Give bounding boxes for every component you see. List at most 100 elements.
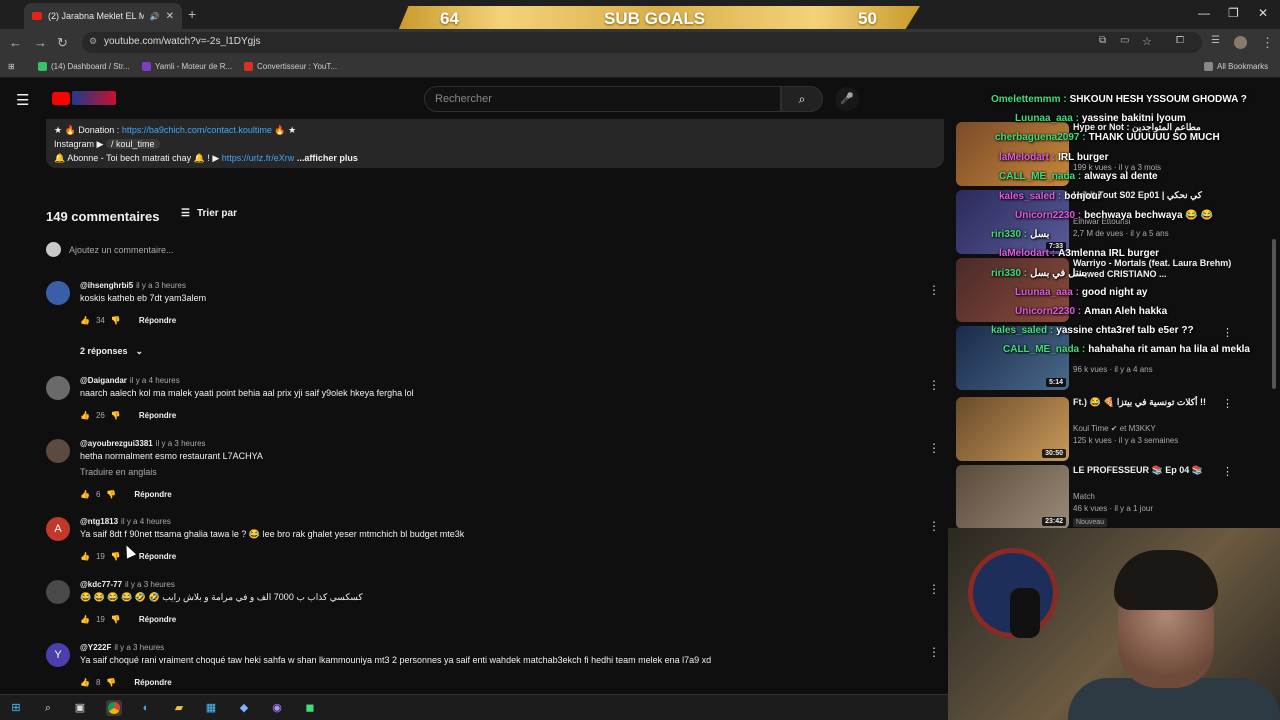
reply-button[interactable]: Répondre bbox=[139, 552, 176, 561]
speaker-icon[interactable]: 🔊 bbox=[150, 12, 160, 21]
search-icon[interactable]: ⌕ bbox=[781, 86, 823, 112]
reply-button[interactable]: Répondre bbox=[139, 615, 176, 624]
apps-grid-icon[interactable]: ⊞ bbox=[8, 62, 15, 71]
dislike-icon[interactable]: 👎 bbox=[111, 411, 121, 420]
reply-button[interactable]: Répondre bbox=[134, 490, 171, 499]
recommendation-item[interactable]: 30:50 Ft.) 😂 🍕 أكلات تونسية في بيتزا !! … bbox=[956, 397, 1276, 461]
show-more-button[interactable]: ...afficher plus bbox=[297, 153, 358, 163]
avatar[interactable]: Y bbox=[46, 643, 70, 667]
reply-button[interactable]: Répondre bbox=[139, 316, 176, 325]
add-comment-box[interactable]: Ajoutez un commentaire... bbox=[46, 242, 174, 257]
country-flag-icon bbox=[72, 91, 116, 105]
window-close-icon[interactable]: ✕ bbox=[1258, 6, 1268, 20]
instagram-chip[interactable]: / koul_time bbox=[105, 139, 160, 149]
youtube-logo-icon[interactable] bbox=[52, 92, 70, 105]
video-description: ★ 🔥 Donation : https://ba9chich.com/cont… bbox=[46, 119, 944, 168]
obs-icon[interactable]: ◉ bbox=[269, 700, 285, 716]
app-icon[interactable]: ◆ bbox=[236, 700, 252, 716]
comment-item: @ihsenghrbi5 il y a 3 heures koskis kathe… bbox=[46, 281, 946, 331]
extensions-icon[interactable]: ⧠ bbox=[1176, 35, 1184, 46]
dislike-icon[interactable]: 👎 bbox=[111, 316, 121, 325]
tab-close-icon[interactable]: ✕ bbox=[166, 11, 174, 22]
avatar[interactable]: A bbox=[46, 517, 70, 541]
video-thumbnail[interactable]: 23:42 bbox=[956, 465, 1069, 528]
task-view-icon[interactable]: ▣ bbox=[72, 700, 88, 716]
taskbar-search-icon[interactable]: ⌕ bbox=[40, 700, 56, 716]
video-thumbnail[interactable]: 30:50 bbox=[956, 397, 1069, 461]
bookmark-star-icon[interactable]: ☆ bbox=[1142, 35, 1152, 48]
like-icon[interactable]: 👍 bbox=[80, 411, 90, 420]
avatar[interactable] bbox=[46, 580, 70, 604]
more-options-icon[interactable]: ⋮ bbox=[928, 283, 940, 297]
dislike-icon[interactable]: 👎 bbox=[111, 552, 121, 561]
comment-author[interactable]: @ntg1813 bbox=[80, 517, 118, 526]
chat-message: riri330 : بسل في بسل bbox=[991, 268, 1088, 279]
search-input[interactable]: Rechercher bbox=[424, 86, 781, 112]
reading-list-icon[interactable]: ☰ bbox=[1211, 35, 1220, 46]
recommendation-item[interactable]: 23:42 LE PROFESSEUR 📚 Ep 04 📚 Match 46 k… bbox=[956, 465, 1276, 528]
comment-author[interactable]: @ihsenghrbi5 bbox=[80, 281, 133, 290]
new-tab-plus-icon[interactable]: + bbox=[188, 6, 196, 22]
file-explorer-icon[interactable]: ▰ bbox=[171, 700, 187, 716]
translate-link[interactable]: Traduire en anglais bbox=[80, 467, 157, 477]
like-icon[interactable]: 👍 bbox=[80, 490, 90, 499]
comment-author[interactable]: @kdc77-77 bbox=[80, 580, 122, 589]
like-icon[interactable]: 👍 bbox=[80, 552, 90, 561]
like-icon[interactable]: 👍 bbox=[80, 316, 90, 325]
comment-item: A @ntg1813 il y a 4 heures Ya saif 8dt f … bbox=[46, 517, 946, 567]
more-options-icon[interactable]: ⋮ bbox=[928, 441, 940, 455]
mic-icon[interactable]: 🎤 bbox=[835, 87, 859, 111]
subscribe-link[interactable]: https://urlz.fr/eXrw bbox=[222, 153, 295, 163]
avatar[interactable] bbox=[46, 439, 70, 463]
cast-icon[interactable]: ▭ bbox=[1120, 35, 1129, 46]
profile-avatar-icon[interactable] bbox=[1234, 36, 1247, 49]
comment-item: Y @Y222F il y a 3 heures Ya saif choqué r… bbox=[46, 643, 946, 693]
bookmark-item[interactable]: Yamli - Moteur de R... bbox=[142, 62, 232, 71]
reply-button[interactable]: Répondre bbox=[134, 678, 171, 687]
all-bookmarks[interactable]: All Bookmarks bbox=[1204, 62, 1268, 71]
channel-name[interactable]: Koul Time ✔ et M3KKY bbox=[1073, 424, 1156, 433]
minimize-icon[interactable]: — bbox=[1198, 6, 1210, 20]
hamburger-menu-icon[interactable]: ☰ bbox=[16, 91, 29, 109]
reply-button[interactable]: Répondre bbox=[139, 411, 176, 420]
chat-message: kales_saled : yassine chta3ref talb e5er … bbox=[991, 325, 1194, 336]
avatar[interactable] bbox=[46, 281, 70, 305]
bookmarks-bar: ⊞ (14) Dashboard / Str... Yamli - Moteur… bbox=[0, 56, 1280, 78]
bookmark-item[interactable]: (14) Dashboard / Str... bbox=[38, 62, 130, 71]
like-icon[interactable]: 👍 bbox=[80, 678, 90, 687]
comment-author[interactable]: @Daigandar bbox=[80, 376, 127, 385]
chrome-icon[interactable] bbox=[106, 700, 122, 716]
like-icon[interactable]: 👍 bbox=[80, 615, 90, 624]
donation-link[interactable]: https://ba9chich.com/contact.koultime bbox=[122, 125, 272, 135]
site-info-icon[interactable]: ⚙ bbox=[89, 36, 97, 47]
channel-name[interactable]: Match bbox=[1073, 492, 1095, 501]
bookmark-item[interactable]: Convertisseur : YouT... bbox=[244, 62, 337, 71]
more-options-icon[interactable]: ⋮ bbox=[928, 519, 940, 533]
dislike-icon[interactable]: 👎 bbox=[106, 490, 116, 499]
more-options-icon[interactable]: ⋮ bbox=[1222, 465, 1233, 478]
back-arrow-icon[interactable]: ← bbox=[9, 35, 22, 50]
url-omnibox[interactable]: ⚙ youtube.com/watch?v=-2s_l1DYgjs bbox=[82, 32, 1202, 53]
dislike-icon[interactable]: 👎 bbox=[106, 678, 116, 687]
more-options-icon[interactable]: ⋮ bbox=[928, 645, 940, 659]
store-icon[interactable]: ▦ bbox=[203, 700, 219, 716]
browser-menu-icon[interactable]: ⋮ bbox=[1261, 35, 1274, 51]
more-options-icon[interactable]: ⋮ bbox=[1222, 397, 1233, 410]
more-options-icon[interactable]: ⋮ bbox=[928, 378, 940, 392]
sort-button[interactable]: ☰ Trier par bbox=[181, 208, 237, 219]
dislike-icon[interactable]: 👎 bbox=[111, 615, 121, 624]
more-options-icon[interactable]: ⋮ bbox=[928, 582, 940, 596]
translate-icon[interactable]: ⧉ bbox=[1099, 35, 1106, 46]
avatar[interactable] bbox=[46, 376, 70, 400]
comment-author[interactable]: @ayoubrezgui3381 bbox=[80, 439, 153, 448]
windows-start-icon[interactable]: ⊞ bbox=[8, 700, 24, 716]
view-replies-button[interactable]: 2 réponses ⌄ bbox=[80, 346, 143, 357]
edge-icon[interactable]: ◐ bbox=[138, 700, 154, 716]
browser-tab-active[interactable]: (2) Jarabna Meklet EL MRAI... 🔊 ✕ bbox=[24, 3, 182, 29]
comment-author[interactable]: @Y222F bbox=[80, 643, 111, 652]
forward-arrow-icon[interactable]: → bbox=[34, 35, 47, 50]
maximize-icon[interactable]: ❐ bbox=[1228, 6, 1239, 20]
app-icon[interactable]: ◼ bbox=[302, 700, 318, 716]
reload-icon[interactable]: ↻ bbox=[57, 35, 68, 51]
chat-message: Unicorn2230 : Aman Aleh hakka bbox=[1015, 306, 1168, 317]
